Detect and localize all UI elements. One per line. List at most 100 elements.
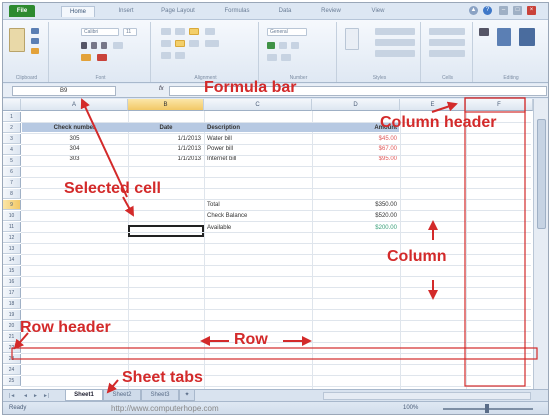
column-header-f[interactable]: F <box>466 99 533 111</box>
column-header-d[interactable]: D <box>312 99 400 111</box>
row-header-21[interactable]: 21 <box>3 332 21 342</box>
tab-insert[interactable]: Insert <box>111 6 141 17</box>
formula-input[interactable] <box>169 86 547 96</box>
help-icon[interactable]: ? <box>483 6 492 15</box>
name-box[interactable]: B9 <box>12 86 116 96</box>
find-select-icon[interactable] <box>519 28 535 46</box>
cell-summary-label[interactable]: Check Balance <box>207 211 312 221</box>
cell-amount[interactable]: $45.00 <box>312 134 400 144</box>
cell-date[interactable]: 1/1/2013 <box>128 134 204 144</box>
column-header-b[interactable]: B <box>128 99 204 111</box>
format-painter-icon[interactable] <box>31 48 39 54</box>
format-table-button[interactable] <box>375 39 415 46</box>
row-header-12[interactable]: 12 <box>3 233 21 243</box>
cell-header-amount[interactable]: Amount <box>312 123 400 133</box>
row-header-13[interactable]: 13 <box>3 244 21 254</box>
column-header-c[interactable]: C <box>204 99 312 111</box>
column-header-e[interactable]: E <box>400 99 466 111</box>
row-header-14[interactable]: 14 <box>3 255 21 265</box>
align-bottom-icon[interactable] <box>189 28 199 35</box>
row-header-17[interactable]: 17 <box>3 288 21 298</box>
underline-icon[interactable] <box>101 42 107 49</box>
row-header-3[interactable]: 3 <box>3 134 21 144</box>
row-header-4[interactable]: 4 <box>3 145 21 155</box>
cell-check[interactable]: 304 <box>21 144 128 154</box>
sheet-tab-2[interactable]: Sheet2 <box>103 390 141 401</box>
next-sheet-icon[interactable]: ► <box>33 393 38 399</box>
align-left-icon[interactable] <box>161 40 171 47</box>
fill-color-icon[interactable] <box>81 54 91 61</box>
row-header-1[interactable]: 1 <box>3 112 21 122</box>
row-header-9[interactable]: 9 <box>3 200 21 210</box>
decrease-indent-icon[interactable] <box>161 52 171 59</box>
comma-icon[interactable] <box>291 42 299 49</box>
window-minimize-icon[interactable]: – <box>499 6 508 15</box>
orientation-icon[interactable] <box>205 28 215 35</box>
tab-file[interactable]: File <box>9 5 35 17</box>
borders-icon[interactable] <box>113 42 123 49</box>
prev-sheet-icon[interactable]: ◄ <box>23 393 28 399</box>
row-header-10[interactable]: 10 <box>3 211 21 221</box>
tab-review[interactable]: Review <box>313 6 349 17</box>
format-cells-button[interactable] <box>429 50 465 57</box>
row-header-2[interactable]: 2 <box>3 123 21 133</box>
cell-header-date[interactable]: Date <box>128 123 204 133</box>
row-header-5[interactable]: 5 <box>3 156 21 166</box>
cell-styles-button[interactable] <box>375 50 415 57</box>
increase-decimal-icon[interactable] <box>267 54 277 61</box>
align-center-icon[interactable] <box>175 40 185 47</box>
new-sheet-icon[interactable]: ✦ <box>179 390 195 401</box>
last-sheet-icon[interactable]: ►| <box>43 393 49 399</box>
selected-cell-b9[interactable] <box>128 225 204 237</box>
horizontal-scrollbar[interactable] <box>323 392 531 400</box>
cell-date[interactable]: 1/1/2013 <box>128 144 204 154</box>
zoom-level[interactable]: 100% <box>403 405 418 411</box>
tab-page-layout[interactable]: Page Layout <box>153 6 203 17</box>
cut-icon[interactable] <box>31 28 39 34</box>
cell-summary-amount[interactable]: $520.00 <box>312 211 400 221</box>
tab-view[interactable]: View <box>365 6 391 17</box>
minimize-icon[interactable]: ▲ <box>469 6 478 15</box>
cell-header-description[interactable]: Description <box>207 123 312 133</box>
tab-formulas[interactable]: Formulas <box>217 6 257 17</box>
row-header-8[interactable]: 8 <box>3 189 21 199</box>
italic-icon[interactable] <box>91 42 97 49</box>
tab-data[interactable]: Data <box>271 6 299 17</box>
row-header-15[interactable]: 15 <box>3 266 21 276</box>
align-right-icon[interactable] <box>189 40 199 47</box>
vertical-scrollbar[interactable] <box>533 99 548 389</box>
cell-summary-label[interactable]: Total <box>207 200 312 210</box>
row-header-22[interactable]: 22 <box>3 343 21 353</box>
row-header-7[interactable]: 7 <box>3 178 21 188</box>
row-header-6[interactable]: 6 <box>3 167 21 177</box>
fx-icon[interactable]: fx <box>159 86 164 92</box>
row-header-11[interactable]: 11 <box>3 222 21 232</box>
cell-amount[interactable]: $67.00 <box>312 144 400 154</box>
row-header-25[interactable]: 25 <box>3 376 21 386</box>
currency-icon[interactable] <box>267 42 275 49</box>
bold-icon[interactable] <box>81 42 87 49</box>
decrease-decimal-icon[interactable] <box>281 54 291 61</box>
copy-icon[interactable] <box>31 38 39 44</box>
cell-summary-amount[interactable]: $350.00 <box>312 200 400 210</box>
row-header-18[interactable]: 18 <box>3 299 21 309</box>
zoom-slider-knob[interactable] <box>485 404 489 413</box>
increase-indent-icon[interactable] <box>175 52 185 59</box>
first-sheet-icon[interactable]: |◄ <box>9 393 15 399</box>
sheet-tab-3[interactable]: Sheet3 <box>141 390 179 401</box>
row-header-19[interactable]: 19 <box>3 310 21 320</box>
select-all-corner[interactable] <box>3 99 21 111</box>
delete-cells-button[interactable] <box>429 39 465 46</box>
styles-icon[interactable] <box>345 28 359 50</box>
cell-check[interactable]: 305 <box>21 134 128 144</box>
align-middle-icon[interactable] <box>175 28 185 35</box>
sort-filter-icon[interactable] <box>497 28 511 46</box>
font-color-icon[interactable] <box>97 54 107 61</box>
align-top-icon[interactable] <box>161 28 171 35</box>
percent-icon[interactable] <box>279 42 287 49</box>
row-header-23[interactable]: 23 <box>3 354 21 364</box>
conditional-format-button[interactable] <box>375 28 415 35</box>
insert-cells-button[interactable] <box>429 28 465 35</box>
paste-icon[interactable] <box>9 28 25 52</box>
column-header-a[interactable]: A <box>21 99 128 111</box>
